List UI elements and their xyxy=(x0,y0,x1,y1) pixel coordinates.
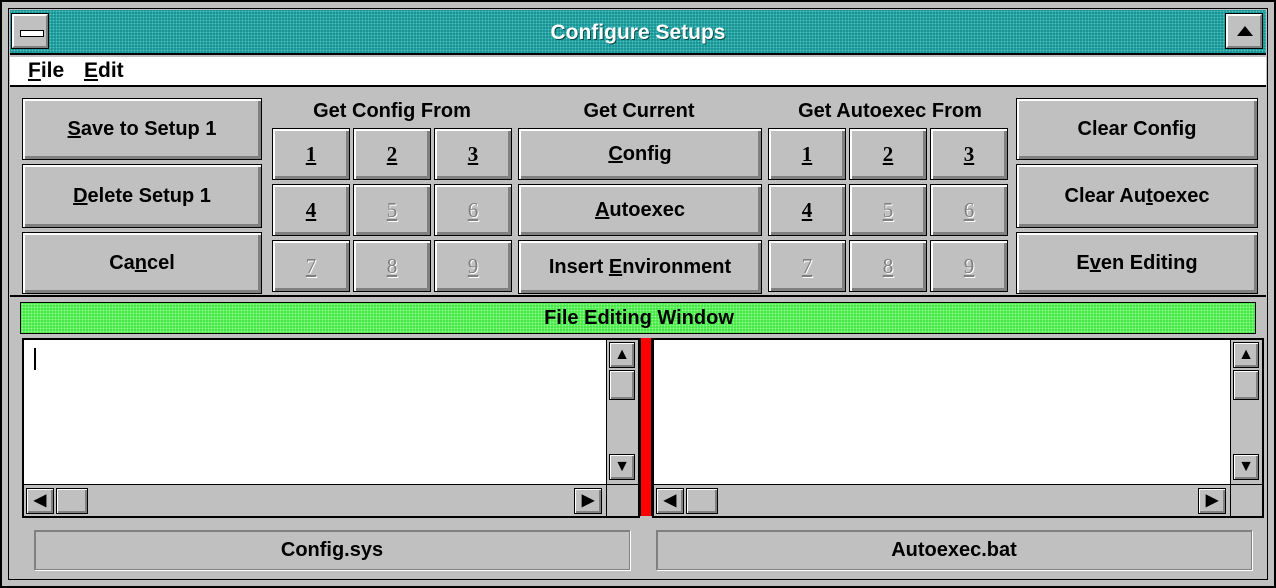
autoexec-editor[interactable]: ▲ ▼ ◀ ▶ xyxy=(652,338,1264,518)
config-from-button-9: 9 xyxy=(434,240,512,292)
editor-divider[interactable] xyxy=(640,338,652,516)
config-from-button-label: 6 xyxy=(467,197,479,222)
horizontal-scroll-thumb[interactable] xyxy=(56,488,88,514)
menu-bar: File Edit xyxy=(10,57,1266,87)
autoexec-from-button-label: 2 xyxy=(882,141,894,166)
autoexec-from-button-4[interactable]: 4 xyxy=(768,184,846,236)
autoexec-from-button-7: 7 xyxy=(768,240,846,292)
config-editor[interactable]: ▲ ▼ ◀ ▶ xyxy=(22,338,640,518)
autoexec-from-button-label: 9 xyxy=(963,253,975,278)
title-bar[interactable]: Configure Setups xyxy=(10,10,1266,55)
get-current-config-button[interactable]: Config xyxy=(518,128,762,180)
config-from-button-4[interactable]: 4 xyxy=(272,184,350,236)
autoexec-from-button-label: 5 xyxy=(882,197,894,222)
scroll-down-arrow-icon[interactable]: ▼ xyxy=(1233,454,1259,480)
scroll-corner xyxy=(606,484,638,516)
get-current-autoexec-button[interactable]: Autoexec xyxy=(518,184,762,236)
save-setup-button[interactable]: Save to Setup 1 xyxy=(22,98,262,160)
horizontal-scroll-thumb[interactable] xyxy=(686,488,718,514)
system-menu-icon[interactable] xyxy=(11,13,49,49)
config-from-button-label: 8 xyxy=(386,253,398,278)
config-from-button-1[interactable]: 1 xyxy=(272,128,350,180)
cancel-button[interactable]: Ca n cel xyxy=(22,232,262,294)
autoexec-from-button-9: 9 xyxy=(930,240,1008,292)
config-from-button-label: 4 xyxy=(305,197,317,222)
get-config-from-header: Get Config From xyxy=(313,100,471,122)
text-cursor xyxy=(34,348,36,370)
scroll-left-arrow-icon[interactable]: ◀ xyxy=(656,488,684,514)
config-from-button-label: 2 xyxy=(386,141,398,166)
autoexec-from-button-2[interactable]: 2 xyxy=(849,128,927,180)
clear-autoexec-button[interactable]: Clear Au t oexec xyxy=(1016,164,1258,228)
config-from-button-label: 7 xyxy=(305,253,317,278)
scroll-corner xyxy=(1230,484,1262,516)
autoexec-from-button-label: 4 xyxy=(801,197,813,222)
scroll-up-arrow-icon[interactable]: ▲ xyxy=(1233,342,1259,368)
config-vertical-scrollbar[interactable]: ▲ ▼ xyxy=(606,340,638,484)
even-editing-button[interactable]: Ev en Editing xyxy=(1016,232,1258,294)
config-horizontal-scrollbar[interactable]: ◀ ▶ xyxy=(24,484,606,516)
autoexec-from-button-1[interactable]: 1 xyxy=(768,128,846,180)
config-from-button-5: 5 xyxy=(353,184,431,236)
delete-setup-button[interactable]: Delete Setup 1 xyxy=(22,164,262,228)
scroll-right-arrow-icon[interactable]: ▶ xyxy=(1198,488,1226,514)
autoexec-text-area[interactable] xyxy=(654,340,1230,482)
scroll-left-arrow-icon[interactable]: ◀ xyxy=(26,488,54,514)
autoexec-from-button-label: 7 xyxy=(801,253,813,278)
config-from-button-2[interactable]: 2 xyxy=(353,128,431,180)
config-from-button-8: 8 xyxy=(353,240,431,292)
vertical-scroll-thumb[interactable] xyxy=(1233,370,1259,400)
menu-edit[interactable]: Edit xyxy=(84,59,124,83)
config-from-button-6: 6 xyxy=(434,184,512,236)
autoexec-from-button-8: 8 xyxy=(849,240,927,292)
autoexec-from-button-label: 3 xyxy=(963,141,975,166)
get-current-header: Get Current xyxy=(583,100,695,122)
file-editing-window-bar: File Editing Window xyxy=(20,302,1256,334)
file-editing-window-title: File Editing Window xyxy=(544,307,734,329)
config-from-button-label: 1 xyxy=(305,141,317,166)
autoexec-from-button-label: 6 xyxy=(963,197,975,222)
config-from-button-label: 9 xyxy=(467,253,479,278)
insert-environment-button[interactable]: Insert Environment xyxy=(518,240,762,294)
config-text-area[interactable] xyxy=(24,340,606,482)
scroll-right-arrow-icon[interactable]: ▶ xyxy=(574,488,602,514)
autoexec-vertical-scrollbar[interactable]: ▲ ▼ xyxy=(1230,340,1262,484)
config-from-button-7: 7 xyxy=(272,240,350,292)
scroll-up-arrow-icon[interactable]: ▲ xyxy=(609,342,635,368)
window-title: Configure Setups xyxy=(550,21,726,44)
vertical-scroll-thumb[interactable] xyxy=(609,370,635,400)
autoexec-from-button-6: 6 xyxy=(930,184,1008,236)
get-autoexec-from-header: Get Autoexec From xyxy=(798,100,982,122)
clear-config-button[interactable]: Clear Confi g xyxy=(1016,98,1258,160)
autoexec-from-button-label: 8 xyxy=(882,253,894,278)
autoexec-file-status: Autoexec.bat xyxy=(656,530,1252,570)
config-from-button-3[interactable]: 3 xyxy=(434,128,512,180)
autoexec-from-button-5: 5 xyxy=(849,184,927,236)
autoexec-horizontal-scrollbar[interactable]: ◀ ▶ xyxy=(654,484,1230,516)
config-file-status: Config.sys xyxy=(34,530,630,570)
menu-file[interactable]: File xyxy=(28,59,64,83)
maximize-arrow-icon[interactable] xyxy=(1225,13,1263,49)
scroll-down-arrow-icon[interactable]: ▼ xyxy=(609,454,635,480)
autoexec-from-button-label: 1 xyxy=(801,141,813,166)
config-from-button-label: 5 xyxy=(386,197,398,222)
config-from-button-label: 3 xyxy=(467,141,479,166)
autoexec-from-button-3[interactable]: 3 xyxy=(930,128,1008,180)
